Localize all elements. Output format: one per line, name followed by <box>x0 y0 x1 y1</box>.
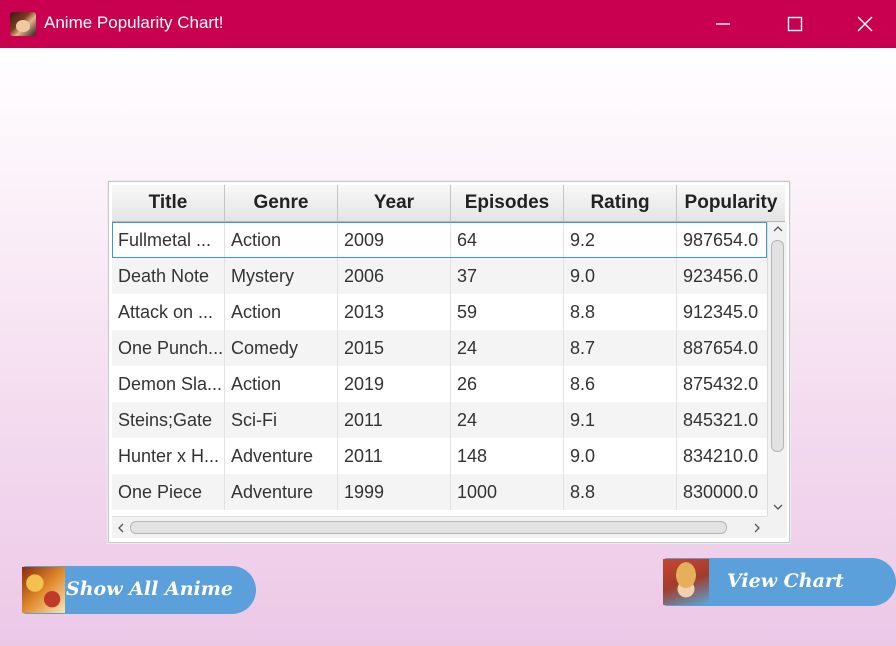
cell-episodes[interactable]: 59 <box>451 294 564 330</box>
cell-rating[interactable]: 8.6 <box>564 366 677 402</box>
cell-year[interactable]: 2006 <box>338 258 451 294</box>
cell-year[interactable]: 2013 <box>338 294 451 330</box>
cell-title[interactable]: Death Note <box>112 258 225 294</box>
cell-title[interactable]: Fullmetal ... <box>112 222 225 258</box>
anime-thumbnail-icon <box>22 567 65 613</box>
maximize-icon <box>787 16 803 32</box>
app-icon <box>10 12 36 36</box>
cell-popularity[interactable]: 987654.0 <box>677 222 767 258</box>
table-row[interactable]: One Piece Adventure 1999 1000 8.8 830000.0 <box>112 474 767 510</box>
column-header-popularity[interactable]: Popularity <box>677 185 785 221</box>
scroll-down-icon[interactable] <box>772 502 784 512</box>
cell-year[interactable]: 2015 <box>338 330 451 366</box>
cell-year[interactable]: 2019 <box>338 366 451 402</box>
cell-genre[interactable]: Sci-Fi <box>225 402 338 438</box>
cell-genre[interactable]: Adventure <box>225 438 338 474</box>
cell-popularity[interactable]: 923456.0 <box>677 258 767 294</box>
vertical-scroll-thumb[interactable] <box>771 240 784 452</box>
show-all-anime-button[interactable]: Show All Anime <box>22 566 256 614</box>
cell-genre[interactable]: Adventure <box>225 474 338 510</box>
cell-episodes[interactable]: 24 <box>451 402 564 438</box>
column-header-episodes[interactable]: Episodes <box>451 185 564 221</box>
minimize-icon <box>716 23 730 25</box>
table-row[interactable]: Fullmetal ... Action 2009 64 9.2 987654.0 <box>112 222 767 258</box>
scroll-up-icon[interactable] <box>772 224 784 234</box>
table-row[interactable]: Hunter x H... Adventure 2011 148 9.0 834210.0 <box>112 438 767 474</box>
cell-title[interactable]: One Piece <box>112 474 225 510</box>
show-all-anime-label: Show All Anime <box>66 578 233 600</box>
cell-title[interactable]: One Punch... <box>112 330 225 366</box>
cell-popularity[interactable]: 912345.0 <box>677 294 767 330</box>
cell-title[interactable]: Demon Sla... <box>112 366 225 402</box>
maximize-button[interactable] <box>760 0 830 48</box>
cell-episodes[interactable]: 24 <box>451 330 564 366</box>
view-chart-button[interactable]: View Chart <box>663 558 896 606</box>
cell-episodes[interactable]: 148 <box>451 438 564 474</box>
column-header-genre[interactable]: Genre <box>225 185 338 221</box>
scrollbar-corner <box>767 516 787 538</box>
cell-genre[interactable]: Action <box>225 366 338 402</box>
cell-genre[interactable]: Action <box>225 222 338 258</box>
cell-rating[interactable]: 8.8 <box>564 294 677 330</box>
table-row[interactable]: Death Note Mystery 2006 37 9.0 923456.0 <box>112 258 767 294</box>
cell-year[interactable]: 2011 <box>338 402 451 438</box>
column-header-rating[interactable]: Rating <box>564 185 677 221</box>
table-row[interactable]: Attack on ... Action 2013 59 8.8 912345.0 <box>112 294 767 330</box>
cell-popularity[interactable]: 875432.0 <box>677 366 767 402</box>
cell-popularity[interactable]: 845321.0 <box>677 402 767 438</box>
close-icon <box>857 16 873 32</box>
cell-genre[interactable]: Comedy <box>225 330 338 366</box>
cell-year[interactable]: 2009 <box>338 222 451 258</box>
title-bar: Anime Popularity Chart! <box>0 0 896 48</box>
cell-year[interactable]: 2011 <box>338 438 451 474</box>
table-row[interactable]: Steins;Gate Sci-Fi 2011 24 9.1 845321.0 <box>112 402 767 438</box>
cell-popularity[interactable]: 830000.0 <box>677 474 767 510</box>
scroll-right-icon[interactable] <box>752 522 762 534</box>
window-title: Anime Popularity Chart! <box>44 13 224 32</box>
cell-genre[interactable]: Action <box>225 294 338 330</box>
cell-genre[interactable]: Mystery <box>225 258 338 294</box>
column-header-title[interactable]: Title <box>112 185 225 221</box>
anime-table[interactable]: Title Genre Year Episodes Rating Popular… <box>108 181 790 543</box>
table-body: Fullmetal ... Action 2009 64 9.2 987654.0 Deat… <box>112 222 767 516</box>
cell-popularity[interactable]: 887654.0 <box>677 330 767 366</box>
cell-episodes[interactable]: 64 <box>451 222 564 258</box>
cell-episodes[interactable]: 37 <box>451 258 564 294</box>
cell-year[interactable]: 1999 <box>338 474 451 510</box>
cell-episodes[interactable]: 1000 <box>451 474 564 510</box>
table-row[interactable]: Demon Sla... Action 2019 26 8.6 875432.0 <box>112 366 767 402</box>
cell-title[interactable]: Steins;Gate <box>112 402 225 438</box>
close-button[interactable] <box>830 0 896 48</box>
vertical-scrollbar[interactable] <box>767 222 787 516</box>
horizontal-scroll-thumb[interactable] <box>130 521 727 534</box>
cell-title[interactable]: Attack on ... <box>112 294 225 330</box>
table-header: Title Genre Year Episodes Rating Popular… <box>112 185 785 222</box>
luffy-thumbnail-icon <box>663 559 709 605</box>
cell-rating[interactable]: 9.2 <box>564 222 677 258</box>
cell-rating[interactable]: 9.0 <box>564 258 677 294</box>
minimize-button[interactable] <box>688 0 758 48</box>
view-chart-label: View Chart <box>727 570 844 592</box>
scroll-left-icon[interactable] <box>116 522 126 534</box>
cell-popularity[interactable]: 834210.0 <box>677 438 767 474</box>
horizontal-scrollbar[interactable] <box>112 516 767 538</box>
cell-rating[interactable]: 8.7 <box>564 330 677 366</box>
table-row[interactable]: One Punch... Comedy 2015 24 8.7 887654.0 <box>112 330 767 366</box>
cell-rating[interactable]: 8.8 <box>564 474 677 510</box>
cell-rating[interactable]: 9.0 <box>564 438 677 474</box>
column-header-year[interactable]: Year <box>338 185 451 221</box>
cell-title[interactable]: Hunter x H... <box>112 438 225 474</box>
cell-rating[interactable]: 9.1 <box>564 402 677 438</box>
cell-episodes[interactable]: 26 <box>451 366 564 402</box>
